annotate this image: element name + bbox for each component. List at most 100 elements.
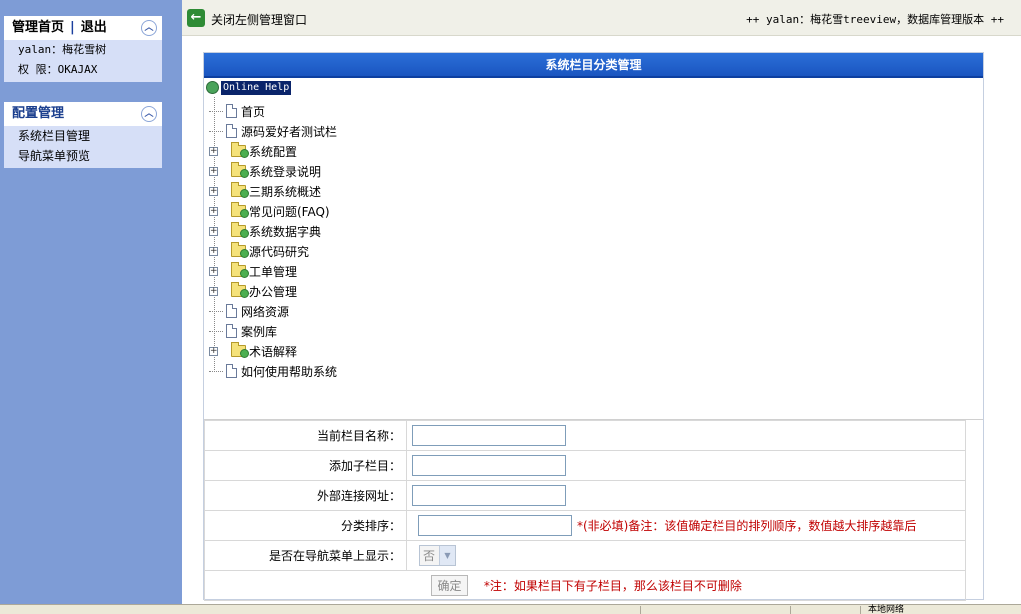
tree-connector	[209, 310, 223, 312]
current-name-label: 当前栏目名称：	[204, 420, 407, 451]
add-child-input[interactable]	[412, 455, 566, 476]
expand-plus-icon[interactable]: +	[209, 166, 218, 176]
current-name-input[interactable]	[412, 425, 566, 446]
tree-node-label[interactable]: 常见问题(FAQ)	[249, 203, 330, 220]
user-panel: 管理首页 | 退出 ︿ yalan：梅花雪树 权 限：OKAJAX	[4, 16, 162, 82]
tree-node-label[interactable]: 系统配置	[249, 143, 297, 160]
status-divider	[640, 606, 641, 614]
tree-node[interactable]: + 工单管理	[209, 261, 297, 281]
page-icon	[226, 124, 237, 138]
tree-node[interactable]: + 三期系统概述	[209, 181, 321, 201]
folder-icon	[231, 262, 249, 278]
add-child-label: 添加子栏目：	[204, 450, 407, 481]
tree-node[interactable]: 网络资源	[209, 301, 289, 321]
tree-connector	[209, 110, 223, 112]
user-info-text: ++ yalan：梅花雪treeview，数据库管理版本 ++	[746, 13, 1004, 26]
tree-node-label[interactable]: 源码爱好者测试栏	[241, 123, 337, 140]
tree-node-label[interactable]: 源代码研究	[249, 243, 309, 260]
folder-icon	[231, 202, 249, 218]
link-separator: |	[70, 20, 75, 35]
tree-node[interactable]: + 办公管理	[209, 281, 297, 301]
status-divider	[860, 606, 861, 614]
tree-node[interactable]: + 系统登录说明	[209, 161, 321, 181]
tree-node[interactable]: + 常见问题(FAQ)	[209, 201, 330, 221]
form-row-external-url: 外部连接网址：	[204, 480, 966, 511]
expand-plus-icon[interactable]: +	[209, 186, 218, 196]
external-url-label: 外部连接网址：	[204, 480, 407, 511]
sort-input[interactable]	[418, 515, 572, 536]
tree-node[interactable]: + 术语解释	[209, 341, 297, 361]
form-row-nav-show: 是否在导航菜单上显示： 否 ▼	[204, 540, 966, 571]
folder-icon	[231, 182, 249, 198]
tree-connector	[209, 330, 223, 332]
tree-root[interactable]: Online Help	[206, 80, 292, 95]
sort-label: 分类排序：	[204, 510, 407, 541]
folder-icon	[231, 142, 249, 158]
tree-node-label[interactable]: 案例库	[241, 323, 277, 340]
tree-node[interactable]: + 系统配置	[209, 141, 297, 161]
back-arrow-icon[interactable]: ←	[187, 9, 205, 27]
submit-button[interactable]: 确定	[431, 575, 468, 596]
tree-node[interactable]: 案例库	[209, 321, 277, 341]
tree-node-label[interactable]: 工单管理	[249, 263, 297, 280]
page-icon	[226, 104, 237, 118]
folder-icon	[231, 282, 249, 298]
tree-node-label[interactable]: 办公管理	[249, 283, 297, 300]
expand-plus-icon[interactable]: +	[209, 266, 218, 276]
category-tree: Online Help 首页 源码爱好者测试栏 + 系统配置 + 系统登录说明 …	[204, 78, 983, 418]
top-bar: ← 关闭左侧管理窗口 ++ yalan：梅花雪treeview，数据库管理版本 …	[182, 0, 1021, 36]
left-sidebar: 管理首页 | 退出 ︿ yalan：梅花雪树 权 限：OKAJAX 配置管理 ︿ 系…	[0, 0, 182, 604]
expand-plus-icon[interactable]: +	[209, 206, 218, 216]
folder-icon	[231, 222, 249, 238]
main-panel: 系统栏目分类管理 Online Help 首页 源码爱好者测试栏 + 系统配置 …	[203, 52, 984, 601]
nav-show-select[interactable]: 否 ▼	[419, 545, 456, 566]
expand-plus-icon[interactable]: +	[209, 226, 218, 236]
chevron-down-icon: ▼	[439, 546, 455, 565]
expand-plus-icon[interactable]: +	[209, 346, 218, 356]
form-row-submit: 确定 *注：如果栏目下有子栏目，那么该栏目不可删除	[204, 570, 966, 601]
globe-icon	[206, 81, 219, 94]
close-left-panel-link[interactable]: 关闭左侧管理窗口	[211, 11, 307, 28]
external-url-input[interactable]	[412, 485, 566, 506]
folder-icon	[231, 162, 249, 178]
tree-node[interactable]: 首页	[209, 101, 265, 121]
page-title: 系统栏目分类管理	[204, 53, 983, 78]
collapse-icon[interactable]: ︿	[141, 106, 157, 122]
tree-node-label[interactable]: 术语解释	[249, 343, 297, 360]
form-row-add-child: 添加子栏目：	[204, 450, 966, 481]
expand-plus-icon[interactable]: +	[209, 246, 218, 256]
tree-node[interactable]: + 源代码研究	[209, 241, 309, 261]
page-icon	[226, 304, 237, 318]
expand-plus-icon[interactable]: +	[209, 286, 218, 296]
tree-node[interactable]: 如何使用帮助系统	[209, 361, 337, 381]
tree-node-label[interactable]: 系统登录说明	[249, 163, 321, 180]
folder-icon	[231, 342, 249, 358]
user-panel-header: 管理首页 | 退出 ︿	[4, 16, 162, 40]
collapse-icon[interactable]: ︿	[141, 20, 157, 36]
tree-connector	[209, 370, 223, 372]
form-row-current-name: 当前栏目名称：	[204, 420, 966, 451]
tree-node-label[interactable]: 如何使用帮助系统	[241, 363, 337, 380]
logout-link[interactable]: 退出	[81, 20, 107, 35]
tree-node-label[interactable]: 网络资源	[241, 303, 289, 320]
form-row-sort: 分类排序： *(非必填)备注：该值确定栏目的排列顺序，数值越大排序越靠后	[204, 510, 966, 541]
config-panel-title: 配置管理	[12, 106, 65, 121]
menu-item-category-manage[interactable]: 系统栏目管理	[4, 126, 162, 146]
status-bar: 本地网络	[0, 604, 1021, 614]
tree-node-label[interactable]: 三期系统概述	[249, 183, 321, 200]
nav-show-selected: 否	[423, 549, 436, 563]
tree-root-label: Online Help	[221, 80, 292, 95]
status-divider	[790, 606, 791, 614]
tree-node[interactable]: 源码爱好者测试栏	[209, 121, 337, 141]
page-icon	[226, 364, 237, 378]
tree-connector	[209, 130, 223, 132]
permission-line: 权 限：OKAJAX	[18, 63, 98, 76]
home-link[interactable]: 管理首页	[12, 20, 64, 35]
category-form: 当前栏目名称： 添加子栏目： 外部连接网址： 分类排序： *(非必填)备注：该值…	[204, 419, 983, 601]
menu-item-nav-preview[interactable]: 导航菜单预览	[4, 146, 162, 166]
tree-node-label[interactable]: 系统数据字典	[249, 223, 321, 240]
tree-node[interactable]: + 系统数据字典	[209, 221, 321, 241]
config-panel: 配置管理 ︿ 系统栏目管理 导航菜单预览	[4, 102, 162, 168]
tree-node-label[interactable]: 首页	[241, 103, 265, 120]
expand-plus-icon[interactable]: +	[209, 146, 218, 156]
